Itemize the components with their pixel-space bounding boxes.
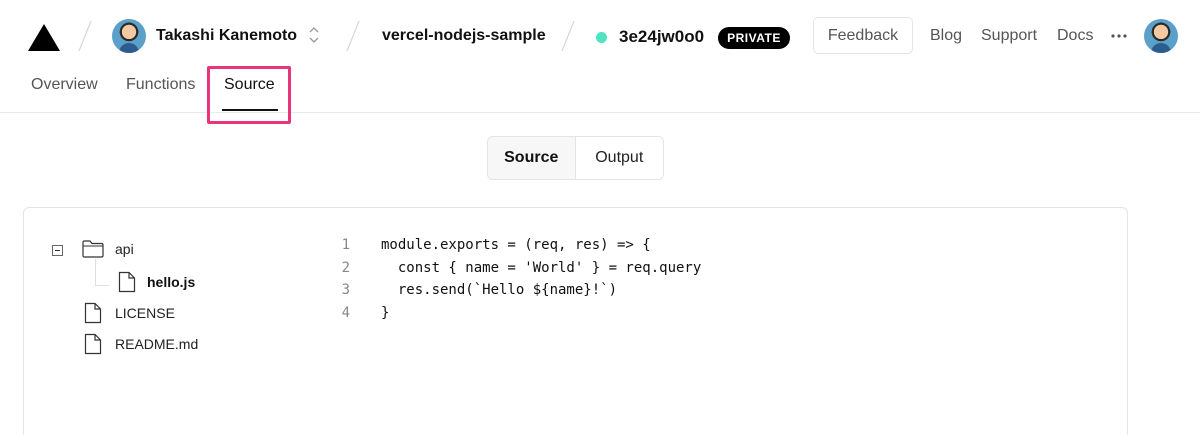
line-number: 4	[341, 304, 350, 321]
tab-highlight-annotation	[207, 66, 291, 124]
breadcrumb-separator	[78, 20, 92, 52]
folder-icon	[82, 240, 104, 258]
breadcrumb-separator	[561, 20, 575, 52]
tree-connector	[95, 285, 109, 286]
deployment-id[interactable]: 3e24jw0o0	[619, 27, 704, 47]
line-content: res.send(`Hello ${name}!`)	[381, 282, 618, 299]
line-number: 1	[341, 237, 350, 254]
user-avatar[interactable]	[112, 19, 146, 53]
breadcrumb-separator	[346, 20, 360, 52]
account-avatar[interactable]	[1144, 19, 1178, 53]
line-content: }	[381, 304, 390, 321]
chevron-updown-icon[interactable]	[308, 25, 320, 45]
file-icon	[118, 271, 136, 293]
line-number: 2	[341, 259, 350, 276]
tree-file-license[interactable]: LICENSE	[84, 302, 175, 324]
tree-file-hello-js[interactable]: hello.js	[118, 271, 195, 293]
source-output-toggle: Source Output	[487, 136, 664, 180]
nav-link-docs[interactable]: Docs	[1057, 27, 1093, 45]
line-content: module.exports = (req, res) => {	[381, 237, 651, 254]
tab-functions[interactable]: Functions	[126, 76, 195, 94]
vercel-logo-icon[interactable]	[28, 24, 60, 51]
deployment-status-dot	[596, 32, 607, 43]
line-number: 3	[341, 282, 350, 299]
project-tabs: Overview Functions Source	[0, 60, 1200, 113]
tree-item-label: hello.js	[147, 274, 196, 290]
tree-item-label: api	[115, 241, 134, 257]
code-line: 3 res.send(`Hello ${name}!`)	[330, 279, 701, 302]
user-name[interactable]: Takashi Kanemoto	[156, 27, 297, 45]
tree-connector	[95, 259, 96, 285]
tree-file-readme[interactable]: README.md	[84, 333, 198, 355]
nav-link-blog[interactable]: Blog	[930, 27, 962, 45]
source-toggle-button[interactable]: Source	[488, 137, 576, 179]
line-content: const { name = 'World' } = req.query	[381, 259, 702, 276]
tree-item-label: LICENSE	[115, 305, 175, 321]
code-line: 4 }	[330, 302, 701, 325]
tree-item-label: README.md	[115, 336, 199, 352]
tab-overview[interactable]: Overview	[31, 76, 98, 94]
private-badge: PRIVATE	[718, 27, 790, 49]
more-horizontal-icon[interactable]	[1110, 33, 1128, 39]
project-name[interactable]: vercel-nodejs-sample	[382, 27, 546, 45]
code-line: 2 const { name = 'World' } = req.query	[330, 257, 702, 280]
feedback-button[interactable]: Feedback	[813, 17, 913, 54]
file-icon	[84, 333, 102, 355]
minus-square-icon[interactable]	[52, 245, 63, 256]
code-viewer[interactable]: 1 module.exports = (req, res) => { 2 con…	[330, 234, 702, 325]
output-toggle-button[interactable]: Output	[575, 137, 663, 179]
code-line: 1 module.exports = (req, res) => {	[330, 234, 701, 257]
file-icon	[84, 302, 102, 324]
tree-folder-api[interactable]: api	[82, 240, 134, 258]
nav-link-support[interactable]: Support	[981, 27, 1037, 45]
